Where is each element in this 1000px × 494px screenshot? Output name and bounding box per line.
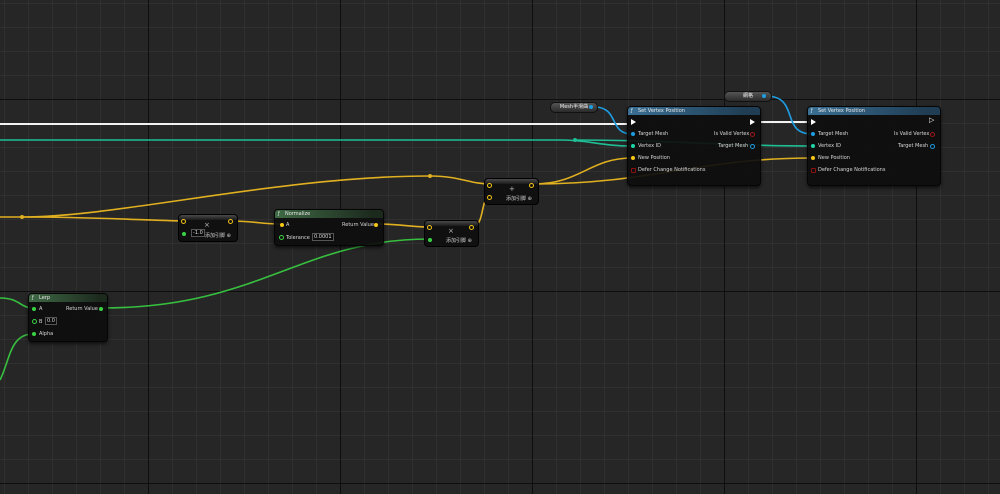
- tolerance-field[interactable]: 0.0001: [312, 233, 334, 241]
- vector-out-pin[interactable]: [529, 183, 534, 188]
- function-icon: ƒ: [32, 295, 34, 301]
- target-mesh-pin[interactable]: [631, 132, 635, 136]
- lerp-node[interactable]: ƒ Lerp A Return Value B 0.0 Alpha: [28, 293, 108, 342]
- pin-label: B: [39, 319, 43, 325]
- pin-label: Defer Change Notifications: [638, 167, 706, 173]
- a-pin[interactable]: [280, 223, 284, 227]
- reroute-knot[interactable]: [20, 215, 24, 219]
- add-pin-label: 添加引脚: [205, 233, 226, 239]
- set-vertex-position-node[interactable]: ƒ Set Vertex Position ▷ Target Mesh Is Va…: [807, 106, 941, 186]
- vertex-id-wire[interactable]: [0, 139, 633, 147]
- vector-wire-mult2[interactable]: [377, 223, 431, 228]
- multiplier-value[interactable]: -1.0: [191, 229, 205, 237]
- a-pin[interactable]: [32, 307, 36, 311]
- vector-wire-newpos-1[interactable]: [533, 157, 633, 185]
- vector-in-pin[interactable]: [181, 219, 186, 224]
- vector-out-pin[interactable]: [469, 225, 474, 230]
- multiply-operator: ×: [204, 221, 210, 229]
- add-icon: ⊕: [467, 238, 472, 244]
- normalize-node[interactable]: ƒ Normalize A Return Value Tolerance 0.00…: [274, 209, 384, 246]
- pin-label: Target Mesh: [818, 131, 849, 137]
- float-wire-lerp-out[interactable]: [101, 238, 431, 309]
- b-value-field[interactable]: 0.0: [45, 317, 57, 325]
- pin-label: Target Mesh: [898, 143, 929, 149]
- multiply-node[interactable]: × 添加引脚 ⊕: [424, 220, 479, 247]
- add-pin-label: 添加引脚: [446, 238, 467, 244]
- vertex-id-pin[interactable]: [631, 144, 635, 148]
- pin-label: Return Value: [342, 222, 374, 228]
- object-pin[interactable]: [762, 94, 766, 98]
- pin-label: Alpha: [39, 331, 54, 337]
- return-value-pin[interactable]: [374, 223, 378, 227]
- vertex-id-pin[interactable]: [811, 144, 815, 148]
- pin-label: Is Valid Vertex: [894, 131, 930, 137]
- exec-out-outline: ▷: [929, 116, 935, 124]
- new-position-pin[interactable]: [631, 156, 635, 160]
- add-pin-button[interactable]: 添加引脚 ⊕: [446, 237, 472, 244]
- add-pin-button[interactable]: 添加引脚 ⊕: [506, 195, 532, 202]
- float-in-pin[interactable]: [182, 232, 186, 236]
- multiply-node[interactable]: × -1.0 添加引脚 ⊕: [178, 214, 238, 242]
- mesh-wire-2[interactable]: [765, 95, 813, 135]
- object-pin[interactable]: [589, 105, 593, 109]
- set-vertex-position-node[interactable]: ƒ Set Vertex Position Target Mesh Is Vali…: [627, 106, 761, 186]
- defer-checkbox[interactable]: [811, 168, 816, 173]
- pin-label: Vertex ID: [818, 143, 841, 149]
- pin-label: Tolerance: [286, 235, 310, 241]
- is-valid-pin[interactable]: [930, 132, 935, 137]
- function-icon: ƒ: [278, 211, 280, 217]
- reroute-knot[interactable]: [428, 174, 432, 178]
- float-in-pin[interactable]: [428, 238, 432, 242]
- target-mesh-out-pin[interactable]: [750, 144, 755, 149]
- target-mesh-out-pin[interactable]: [930, 144, 935, 149]
- is-valid-pin[interactable]: [750, 132, 755, 137]
- node-header: ƒ Set Vertex Position: [808, 107, 940, 115]
- pin-label: Target Mesh: [718, 143, 749, 149]
- function-icon: ƒ: [631, 108, 633, 114]
- node-header: ƒ Lerp: [29, 294, 107, 302]
- function-icon: ƒ: [811, 108, 813, 114]
- vector-wire-main[interactable]: [0, 175, 491, 218]
- pin-label: New Position: [638, 155, 670, 161]
- add-operator: +: [509, 185, 515, 193]
- variable-name: 網格: [742, 93, 753, 99]
- multiply-operator: ×: [448, 227, 454, 235]
- reroute-knot[interactable]: [573, 138, 577, 142]
- node-header: ƒ Set Vertex Position: [628, 107, 760, 115]
- tolerance-pin[interactable]: [279, 235, 284, 240]
- vector-in-pin[interactable]: [487, 195, 492, 200]
- add-pin-label: 添加引脚: [506, 196, 527, 202]
- add-icon: ⊕: [527, 196, 532, 202]
- pin-label: Defer Change Notifications: [818, 167, 886, 173]
- add-node[interactable]: + 添加引脚 ⊕: [484, 178, 539, 205]
- exec-in-pin[interactable]: [811, 119, 816, 125]
- pin-label: Return Value: [66, 306, 98, 312]
- alpha-pin[interactable]: [32, 332, 36, 336]
- pin-label: A: [39, 306, 43, 312]
- exec-in-pin[interactable]: [631, 119, 636, 125]
- vector-wire-mult1[interactable]: [21, 216, 185, 222]
- pin-label: New Position: [818, 155, 850, 161]
- b-pin[interactable]: [32, 319, 37, 324]
- pin-label: Is Valid Vertex: [714, 131, 750, 137]
- vector-out-pin[interactable]: [228, 219, 233, 224]
- return-value-pin[interactable]: [99, 307, 103, 311]
- wire-layer: [0, 95, 813, 381]
- pin-label: Vertex ID: [638, 143, 661, 149]
- float-wire-lerp-alpha[interactable]: [0, 333, 34, 381]
- node-header: ƒ Normalize: [275, 210, 383, 218]
- defer-checkbox[interactable]: [631, 168, 636, 173]
- add-icon: ⊕: [226, 233, 231, 239]
- variable-name: Mesh半滑曲: [559, 104, 589, 110]
- exec-out-pin[interactable]: [750, 119, 755, 125]
- pin-label: Target Mesh: [638, 131, 669, 137]
- vector-in-pin[interactable]: [427, 225, 432, 230]
- new-position-pin[interactable]: [811, 156, 815, 160]
- add-pin-button[interactable]: 添加引脚 ⊕: [205, 232, 231, 239]
- target-mesh-pin[interactable]: [811, 132, 815, 136]
- vector-in-pin[interactable]: [487, 183, 492, 188]
- pin-label: A: [286, 222, 290, 228]
